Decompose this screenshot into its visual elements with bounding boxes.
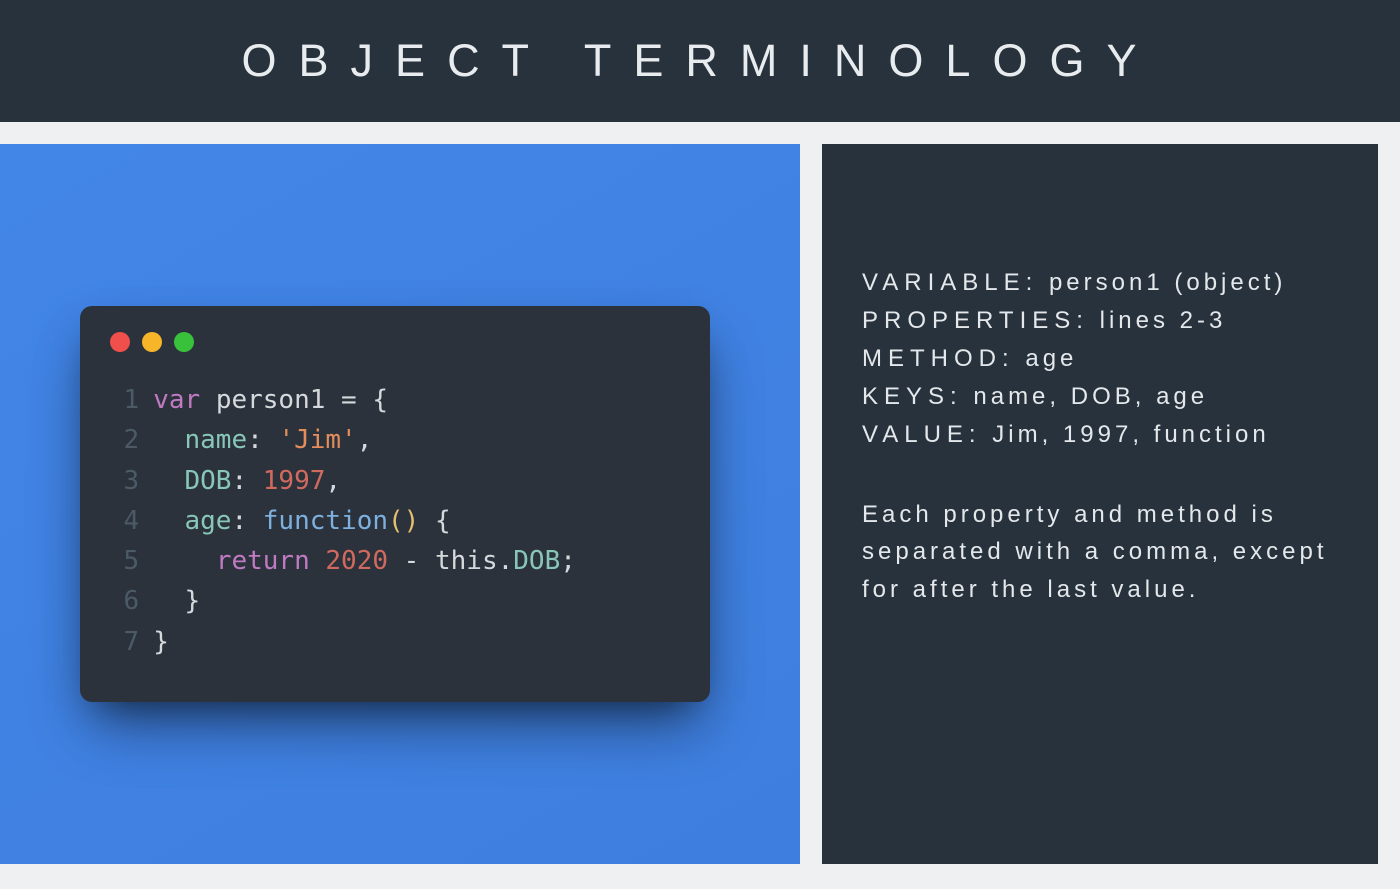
code-window: 1 var person1 = { 2 name: 'Jim', 3 DOB: 1… (80, 306, 710, 702)
code-panel: 1 var person1 = { 2 name: 'Jim', 3 DOB: 1… (0, 144, 800, 864)
line-number: 6 (108, 581, 139, 621)
code-token: : (231, 506, 262, 536)
code-token: . (498, 546, 514, 576)
code-token: var (153, 385, 200, 415)
code-token: { (419, 506, 450, 536)
line-number: 7 (108, 622, 139, 662)
code-token: DOB (185, 466, 232, 496)
code-token: age (185, 506, 232, 536)
code-token: { (372, 385, 388, 415)
term-value: Jim, 1997, function (982, 421, 1270, 448)
code-token (310, 546, 326, 576)
code-token: } (153, 627, 169, 657)
terminology-note: Each property and method is separated wi… (862, 496, 1330, 610)
code-token: : (247, 425, 278, 455)
code-token: , (325, 466, 341, 496)
header-bar: OBJECT TERMINOLOGY (0, 0, 1400, 122)
term-method: METHOD: age (862, 340, 1330, 378)
term-label: PROPERTIES: (862, 307, 1089, 334)
term-value: VALUE: Jim, 1997, function (862, 416, 1330, 454)
line-number: 1 (108, 380, 139, 420)
code-token: function (263, 506, 388, 536)
code-token (153, 466, 184, 496)
code-token (153, 506, 184, 536)
term-properties: PROPERTIES: lines 2-3 (862, 302, 1330, 340)
code-token: person1 (216, 385, 326, 415)
term-label: VALUE: (862, 421, 982, 448)
code-token (153, 586, 184, 616)
term-value: lines 2-3 (1089, 307, 1226, 334)
code-token: () (388, 506, 419, 536)
code-token: ; (560, 546, 576, 576)
code-token: 'Jim' (278, 425, 356, 455)
term-value: person1 (object) (1038, 269, 1286, 296)
term-keys: KEYS: name, DOB, age (862, 378, 1330, 416)
code-token: } (185, 586, 201, 616)
page-title: OBJECT TERMINOLOGY (242, 35, 1159, 87)
code-token: DOB (513, 546, 560, 576)
term-variable: VARIABLE: person1 (object) (862, 264, 1330, 302)
terminology-list: VARIABLE: person1 (object) PROPERTIES: l… (862, 264, 1330, 454)
term-label: METHOD: (862, 345, 1015, 372)
code-token: - (388, 546, 435, 576)
maximize-icon (174, 332, 194, 352)
code-block: 1 var person1 = { 2 name: 'Jim', 3 DOB: 1… (108, 380, 682, 662)
traffic-lights (108, 332, 682, 352)
code-token (153, 425, 184, 455)
term-value: name, DOB, age (963, 383, 1208, 410)
line-number: 2 (108, 420, 139, 460)
code-token: , (357, 425, 373, 455)
line-number: 3 (108, 461, 139, 501)
term-value: age (1015, 345, 1078, 372)
line-number: 5 (108, 541, 139, 581)
close-icon (110, 332, 130, 352)
term-label: VARIABLE: (862, 269, 1038, 296)
minimize-icon (142, 332, 162, 352)
code-token: 2020 (325, 546, 388, 576)
code-token: this (435, 546, 498, 576)
code-token: 1997 (263, 466, 326, 496)
code-token: return (216, 546, 310, 576)
code-token: name (185, 425, 248, 455)
term-label: KEYS: (862, 383, 963, 410)
code-token: : (231, 466, 262, 496)
terminology-panel: VARIABLE: person1 (object) PROPERTIES: l… (822, 144, 1378, 864)
content-row: 1 var person1 = { 2 name: 'Jim', 3 DOB: 1… (0, 122, 1400, 864)
code-token (153, 546, 216, 576)
code-token: = (325, 385, 372, 415)
line-number: 4 (108, 501, 139, 541)
